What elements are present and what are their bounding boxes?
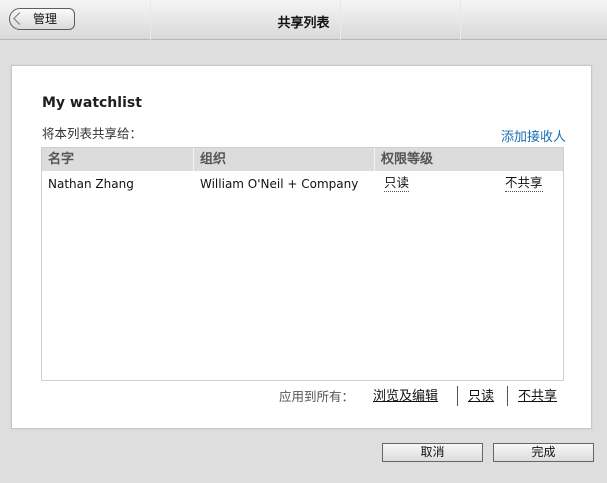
table-header: 名字 组织 权限等级 bbox=[42, 148, 563, 171]
add-recipient-link[interactable]: 添加接收人 bbox=[501, 126, 566, 145]
apply-to-all-label: 应用到所有： bbox=[279, 389, 355, 404]
recipient-name: Nathan Zhang bbox=[48, 177, 134, 191]
page-title: 共享列表 bbox=[277, 16, 330, 31]
share-list-panel: My watchlist 将本列表共享给： 添加接收人 名字 组织 权限等级 N… bbox=[11, 65, 592, 429]
separator bbox=[507, 386, 508, 406]
separator bbox=[457, 386, 458, 406]
apply-all-read-only[interactable]: 只读 bbox=[468, 387, 494, 407]
share-with-label: 将本列表共享给： bbox=[42, 126, 143, 141]
watchlist-name: My watchlist bbox=[42, 95, 142, 111]
cancel-button[interactable]: 取消 bbox=[382, 443, 483, 462]
done-button[interactable]: 完成 bbox=[493, 443, 594, 462]
title-bar: 管理 共享列表 bbox=[0, 0, 607, 40]
table-row: Nathan Zhang William O'Neil + Company 只读… bbox=[42, 172, 563, 196]
column-header-name: 名字 bbox=[48, 152, 75, 167]
apply-all-unshare[interactable]: 不共享 bbox=[518, 387, 557, 407]
recipient-organization: William O'Neil + Company bbox=[200, 177, 359, 191]
permission-read-only[interactable]: 只读 bbox=[384, 175, 410, 192]
column-header-permission: 权限等级 bbox=[374, 148, 563, 171]
unshare-link[interactable]: 不共享 bbox=[505, 175, 543, 192]
recipients-table: 名字 组织 权限等级 Nathan Zhang William O'Neil +… bbox=[41, 147, 564, 381]
apply-all-browse-edit[interactable]: 浏览及编辑 bbox=[373, 387, 438, 407]
column-header-organization: 组织 bbox=[193, 148, 374, 171]
